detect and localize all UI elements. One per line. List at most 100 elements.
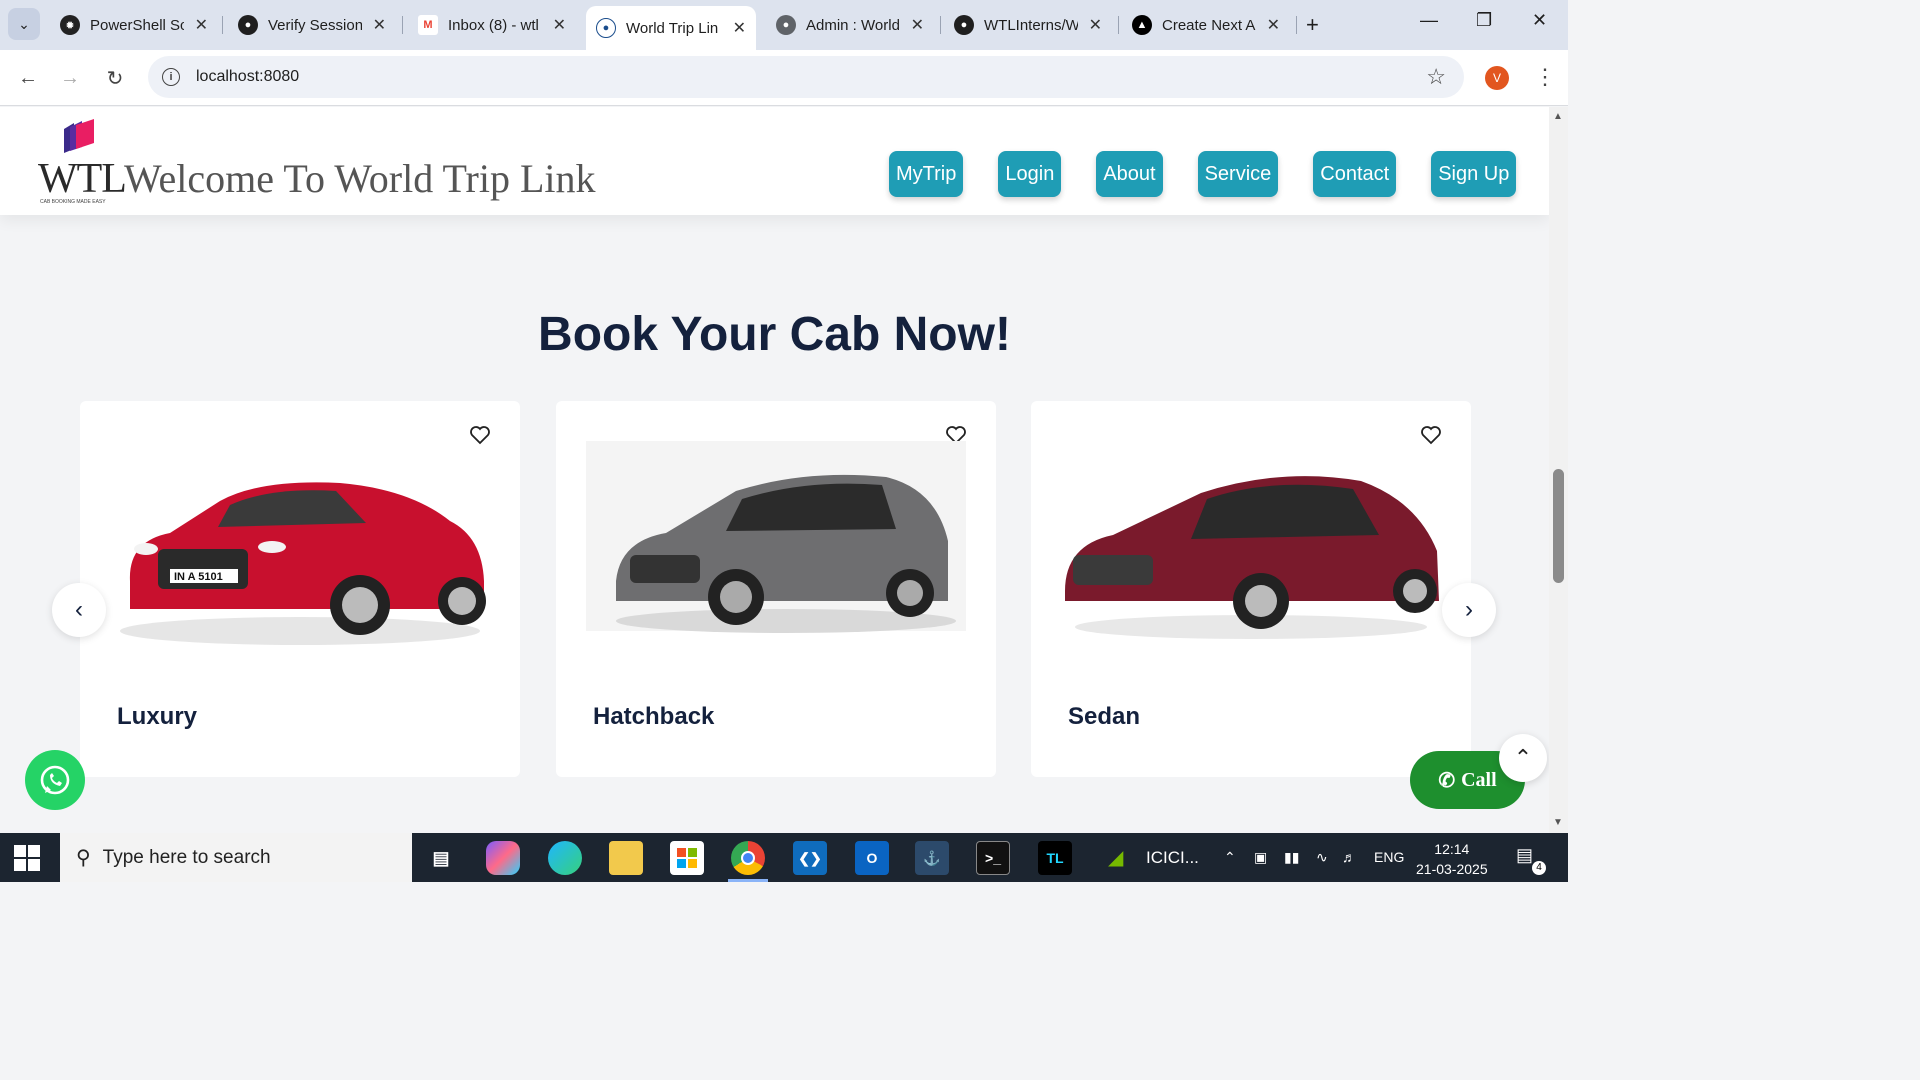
copilot-icon[interactable] xyxy=(486,841,520,875)
windows-start-icon[interactable] xyxy=(14,845,40,871)
site-info-icon[interactable]: i xyxy=(162,68,180,86)
browser-tab-bar: ⌄ ✹ PowerShell Sc ✕ ● Verify Session ✕ M… xyxy=(0,0,1568,50)
tab-3-active[interactable]: ● World Trip Lin ✕ xyxy=(586,6,756,50)
nav-contact[interactable]: Contact xyxy=(1313,151,1397,197)
car-name: Hatchback xyxy=(593,703,715,730)
logo-text: WTL xyxy=(38,156,127,202)
nav-signup[interactable]: Sign Up xyxy=(1431,151,1517,197)
icici-label[interactable]: ICICI... xyxy=(1146,848,1199,868)
search-icon: ⚲ xyxy=(76,847,91,869)
browser-menu-icon[interactable]: ⋮ xyxy=(1534,64,1556,90)
tab-title: Admin : World xyxy=(806,16,900,34)
vscode-icon[interactable]: ❮❯ xyxy=(793,841,827,875)
mysql-workbench-icon[interactable]: ⚓ xyxy=(915,841,949,875)
clock[interactable]: 12:14 21-03-2025 xyxy=(1416,839,1488,879)
welcome-title: Welcome To World Trip Link xyxy=(124,156,596,201)
car-name: Sedan xyxy=(1068,703,1141,730)
new-tab-button[interactable]: + xyxy=(1306,12,1319,38)
site-header: WTL CAB BOOKING MADE EASY Welcome To Wor… xyxy=(0,107,1549,215)
chrome-icon[interactable] xyxy=(731,841,765,875)
close-icon[interactable]: ✕ xyxy=(373,15,386,35)
car-card-hatchback[interactable]: Hatchback xyxy=(556,401,996,777)
tab-search-dropdown[interactable]: ⌄ xyxy=(8,8,40,40)
site-nav: MyTrip Login About Service Contact Sign … xyxy=(889,151,1517,197)
svg-text:IN A 5101: IN A 5101 xyxy=(174,571,223,583)
hatchback-car-image xyxy=(586,441,966,633)
nav-about[interactable]: About xyxy=(1096,151,1163,197)
restore-button[interactable]: ❐ xyxy=(1476,10,1492,31)
carousel-prev-button[interactable]: ‹ xyxy=(52,583,106,637)
nav-login[interactable]: Login xyxy=(998,151,1062,197)
section-heading: Book Your Cab Now! xyxy=(538,308,1011,361)
outlook-icon[interactable]: O xyxy=(855,841,889,875)
nav-service[interactable]: Service xyxy=(1197,151,1279,197)
nvidia-icon[interactable]: ◢ xyxy=(1108,845,1123,870)
wtl-logo[interactable]: WTL CAB BOOKING MADE EASY xyxy=(38,119,127,205)
scrollbar-thumb[interactable] xyxy=(1553,469,1564,583)
tab-1[interactable]: ● Verify Session ✕ xyxy=(228,6,396,44)
scroll-down-arrow-icon[interactable]: ▼ xyxy=(1553,817,1563,828)
tab-title: PowerShell Sc xyxy=(90,16,184,34)
gmail-icon: M xyxy=(418,15,438,35)
globe-icon: ● xyxy=(596,18,616,38)
edge-icon[interactable] xyxy=(548,841,582,875)
address-bar[interactable]: i localhost:8080 ☆ xyxy=(148,56,1464,98)
bookmark-star-icon[interactable]: ☆ xyxy=(1426,64,1446,90)
close-window-button[interactable]: ✕ xyxy=(1532,10,1547,31)
page-scrollbar[interactable]: ▲ ▼ xyxy=(1549,107,1568,833)
close-icon[interactable]: ✕ xyxy=(733,18,746,38)
wifi-icon[interactable]: ∿ xyxy=(1316,849,1328,866)
scroll-up-arrow-icon[interactable]: ▲ xyxy=(1553,111,1563,122)
close-icon[interactable]: ✕ xyxy=(195,15,208,35)
tab-title: Inbox (8) - wtl xyxy=(448,16,539,34)
windows-taskbar: ⚲ Type here to search ▤ ❮❯ O ⚓ >_ TL ◢ I… xyxy=(0,833,1568,882)
browser-toolbar: ← → ↻ i localhost:8080 ☆ xyxy=(0,50,1568,106)
close-icon[interactable]: ✕ xyxy=(553,15,566,35)
sedan-car-image xyxy=(1065,476,1439,639)
tray-chevron-icon[interactable]: ⌃ xyxy=(1224,849,1236,866)
profile-avatar[interactable]: V xyxy=(1485,66,1509,90)
close-icon[interactable]: ✕ xyxy=(911,15,924,35)
carousel-next-button[interactable]: › xyxy=(1442,583,1496,637)
close-icon[interactable]: ✕ xyxy=(1267,15,1280,35)
url-text[interactable]: localhost:8080 xyxy=(196,68,299,86)
task-view-icon[interactable]: ▤ xyxy=(424,841,458,875)
terminal-icon[interactable]: >_ xyxy=(976,841,1010,875)
nextjs-icon: ▲ xyxy=(1132,15,1152,35)
taskbar-search[interactable]: ⚲ Type here to search xyxy=(60,833,412,882)
logo-tagline: CAB BOOKING MADE EASY xyxy=(40,199,106,205)
tab-6[interactable]: ▲ Create Next A ✕ xyxy=(1122,6,1290,44)
whatsapp-button[interactable] xyxy=(25,750,85,810)
back-button[interactable]: ← xyxy=(14,64,42,92)
nav-mytrip[interactable]: MyTrip xyxy=(889,151,964,197)
search-placeholder: Type here to search xyxy=(102,846,271,868)
language-indicator[interactable]: ENG xyxy=(1374,849,1404,865)
tab-5[interactable]: ● WTLInterns/W ✕ xyxy=(944,6,1112,44)
forward-button[interactable]: → xyxy=(56,64,84,92)
tab-title: Verify Session xyxy=(268,16,362,34)
file-explorer-icon[interactable] xyxy=(609,841,643,875)
openai-icon: ✹ xyxy=(60,15,80,35)
luxury-car-image: IN A 5101 xyxy=(120,482,486,645)
tab-4[interactable]: ● Admin : World ✕ xyxy=(766,6,934,44)
car-name: Luxury xyxy=(117,703,198,730)
notifications-icon[interactable]: ▤ xyxy=(1516,845,1533,866)
microsoft-store-icon[interactable] xyxy=(670,841,704,875)
clock-date: 21-03-2025 xyxy=(1416,861,1488,877)
tab-0[interactable]: ✹ PowerShell Sc ✕ xyxy=(50,6,218,44)
meet-now-icon[interactable]: ▣ xyxy=(1254,849,1267,866)
volume-icon[interactable]: ♬ xyxy=(1342,849,1356,865)
minimize-button[interactable]: — xyxy=(1420,10,1438,31)
battery-icon[interactable]: ▮▮ xyxy=(1284,849,1299,866)
reload-button[interactable]: ↻ xyxy=(101,64,129,92)
close-icon[interactable]: ✕ xyxy=(1089,15,1102,35)
tab-title: Create Next A xyxy=(1162,16,1256,34)
clock-time: 12:14 xyxy=(1434,841,1470,857)
tl-app-icon[interactable]: TL xyxy=(1038,841,1072,875)
scroll-to-top-button[interactable]: ⌃ xyxy=(1499,734,1547,782)
car-card-sedan[interactable]: Sedan xyxy=(1031,401,1471,777)
chrome-active-indicator xyxy=(728,879,768,882)
tab-2[interactable]: M Inbox (8) - wtl ✕ xyxy=(408,6,576,44)
car-card-luxury[interactable]: IN A 5101 Luxury xyxy=(80,401,520,777)
tab-title: WTLInterns/W xyxy=(984,16,1078,34)
